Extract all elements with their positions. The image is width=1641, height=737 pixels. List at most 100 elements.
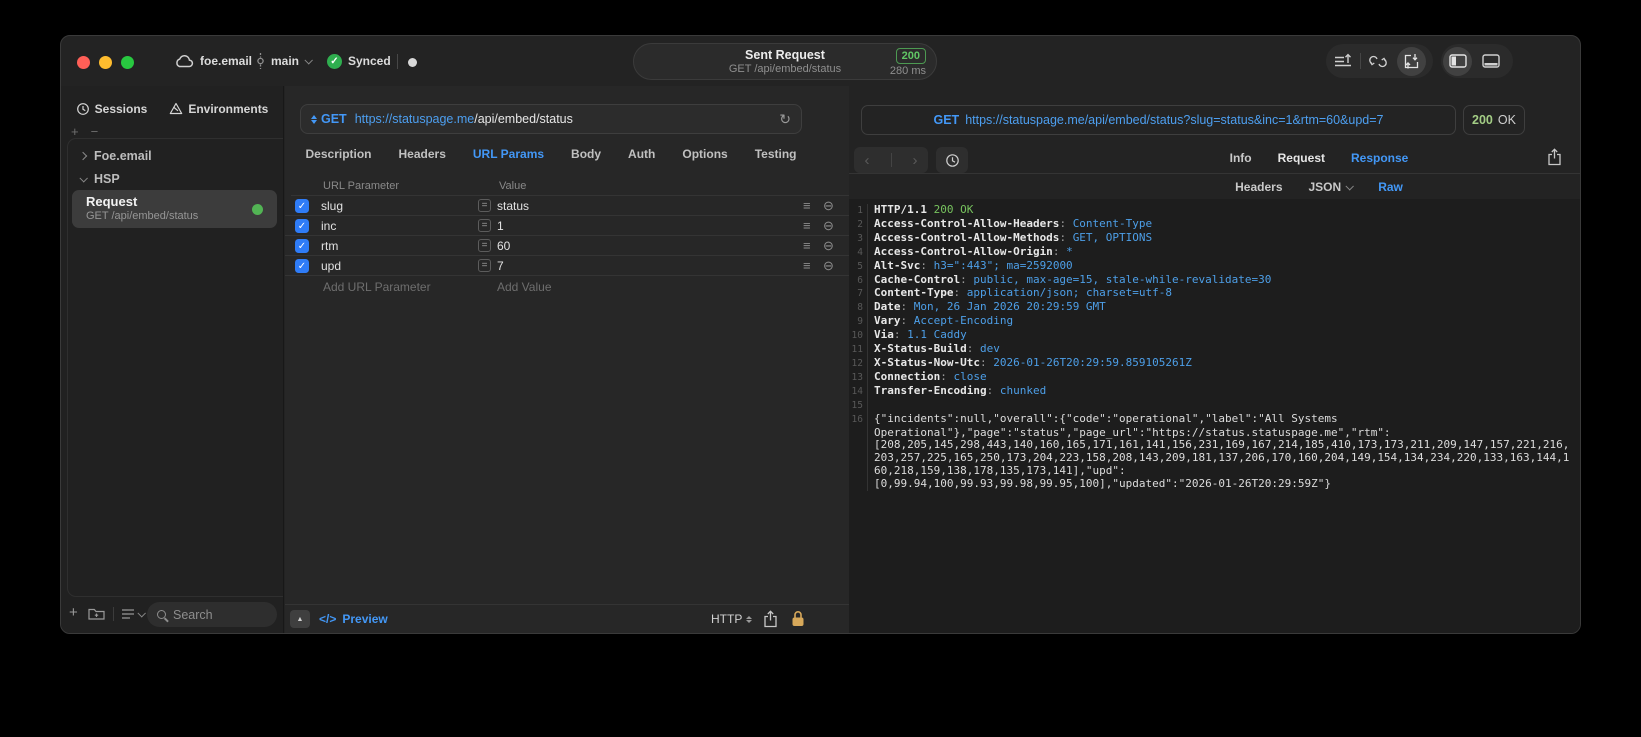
sidebar-search-input[interactable]: Search [147, 602, 277, 627]
param-name[interactable]: rtm [321, 239, 338, 253]
request-method[interactable]: GET [321, 112, 347, 126]
subtab-raw[interactable]: Raw [1378, 180, 1403, 194]
remove-param-icon[interactable]: ⊖ [823, 218, 834, 234]
add-session-button[interactable]: + [71, 124, 79, 139]
param-name[interactable]: slug [321, 199, 343, 213]
drag-handle-icon[interactable]: ≡ [803, 218, 811, 233]
response-status-text: OK [1497, 113, 1516, 127]
tab-auth[interactable]: Auth [628, 147, 655, 161]
new-folder-icon[interactable] [88, 607, 105, 621]
param-checkbox[interactable]: ✓ [295, 219, 309, 233]
param-checkbox[interactable]: ✓ [295, 239, 309, 253]
forward-button[interactable]: › [913, 152, 918, 169]
tab-testing[interactable]: Testing [755, 147, 797, 161]
tab-info[interactable]: Info [1230, 151, 1252, 165]
request-panel: GET https://statuspage.me/api/embed/stat… [285, 86, 849, 633]
add-value-button[interactable]: Add Value [497, 280, 552, 294]
line-number: 6 [857, 274, 863, 286]
tab-sessions[interactable]: Sessions [76, 102, 147, 116]
response-line: 7 Content-Type: application/json; charset… [849, 286, 1580, 302]
param-checkbox[interactable]: ✓ [295, 259, 309, 273]
loop-arrows-icon [1369, 55, 1387, 67]
line-content: Transfer-Encoding: chunked [867, 384, 1046, 399]
back-button[interactable]: ‹ [865, 152, 870, 169]
response-line: [0,99.94,100,99.93,99.98,99.95,100],"upd… [849, 477, 1580, 492]
tab-headers[interactable]: Headers [399, 147, 446, 161]
tab-response[interactable]: Response [1351, 151, 1408, 165]
response-raw-view[interactable]: 1 HTTP/1.1 200 OK 2 Access-Control-Allow-He… [849, 199, 1580, 633]
branch-menu[interactable]: main [256, 36, 313, 86]
line-content: {"incidents":null,"overall":{"code":"ope… [867, 412, 1338, 427]
project-menu[interactable]: foe.email [174, 36, 252, 86]
tree-item-hsp[interactable]: HSP [79, 172, 120, 186]
drag-handle-icon[interactable]: ≡ [803, 198, 811, 213]
toggle-bottom-panel-button[interactable] [1474, 44, 1508, 78]
response-status-box: 200 OK [1463, 105, 1525, 135]
toggle-sidebar-button[interactable] [1443, 46, 1472, 76]
line-number: 4 [857, 246, 863, 258]
remove-param-icon[interactable]: ⊖ [823, 238, 834, 254]
minimize-window-button[interactable] [99, 56, 112, 69]
chevron-down-icon [1345, 182, 1355, 191]
clock-icon [945, 153, 959, 167]
sent-request-url-box[interactable]: GET https://statuspage.me/api/embed/stat… [861, 105, 1456, 135]
sync-loop-button[interactable] [1361, 44, 1395, 78]
close-window-button[interactable] [77, 56, 90, 69]
zoom-window-button[interactable] [121, 56, 134, 69]
param-row-upd[interactable]: ✓ upd = 7 ≡ ⊖ [285, 256, 849, 276]
refresh-icon[interactable]: ↻ [779, 111, 791, 128]
response-line: 1 HTTP/1.1 200 OK [849, 203, 1580, 218]
drag-handle-icon[interactable]: ≡ [803, 238, 811, 253]
param-row-rtm[interactable]: ✓ rtm = 60 ≡ ⊖ [285, 236, 849, 256]
changes-indicator-dot [408, 58, 417, 67]
param-value[interactable]: 60 [497, 239, 510, 253]
param-value[interactable]: 7 [497, 259, 504, 273]
line-number: 2 [857, 218, 863, 230]
line-number: 5 [857, 260, 863, 272]
request-url-bar[interactable]: GET https://statuspage.me/api/embed/stat… [300, 104, 802, 134]
remove-param-icon[interactable]: ⊖ [823, 198, 834, 214]
share-icon[interactable] [763, 610, 778, 628]
add-url-parameter-button[interactable]: Add URL Parameter [323, 280, 431, 294]
list-view-chevron-icon[interactable] [137, 609, 146, 618]
param-row-inc[interactable]: ✓ inc = 1 ≡ ⊖ [285, 216, 849, 236]
tab-environments[interactable]: Environments [169, 102, 268, 116]
sync-status[interactable]: ✓ Synced [327, 36, 391, 86]
param-row-slug[interactable]: ✓ slug = status ≡ ⊖ [285, 196, 849, 216]
tab-request[interactable]: Request [1278, 151, 1325, 165]
history-button[interactable] [936, 147, 968, 173]
param-name[interactable]: upd [321, 259, 341, 273]
tree-item-foe-email[interactable]: Foe.email [78, 149, 152, 163]
remove-session-button[interactable]: − [91, 124, 99, 139]
preview-button[interactable]: </> Preview [319, 612, 388, 626]
subtab-headers[interactable]: Headers [1235, 180, 1282, 194]
remove-param-icon[interactable]: ⊖ [823, 258, 834, 274]
share-icon[interactable] [1547, 148, 1562, 166]
scroll-top-button[interactable]: ▲ [290, 610, 310, 628]
line-number: 16 [851, 413, 863, 425]
tab-url-params[interactable]: URL Params [473, 147, 544, 161]
tab-description[interactable]: Description [306, 147, 372, 161]
list-view-icon[interactable] [121, 608, 135, 620]
history-clock-icon [76, 103, 89, 115]
line-number: 13 [851, 371, 863, 383]
drag-handle-icon[interactable]: ≡ [803, 258, 811, 273]
import-export-button[interactable] [1397, 46, 1426, 76]
lock-icon[interactable] [791, 610, 805, 627]
protocol-selector[interactable]: HTTP [711, 612, 753, 626]
request-list-item-selected[interactable]: Request GET /api/embed/status [72, 190, 277, 228]
param-value[interactable]: 1 [497, 219, 504, 233]
add-request-button[interactable]: + [69, 604, 78, 621]
request-item-title: Request [86, 194, 138, 209]
line-content [867, 398, 881, 413]
line-number [849, 452, 863, 465]
tab-body[interactable]: Body [571, 147, 601, 161]
request-status-pill[interactable]: Sent Request GET /api/embed/status 200 2… [633, 43, 937, 80]
tab-options[interactable]: Options [682, 147, 727, 161]
response-line: 4 Access-Control-Allow-Origin: * [849, 245, 1580, 260]
sort-requests-button[interactable] [1326, 44, 1360, 78]
param-checkbox[interactable]: ✓ [295, 199, 309, 213]
param-name[interactable]: inc [321, 219, 336, 233]
param-value[interactable]: status [497, 199, 529, 213]
subtab-json[interactable]: JSON [1309, 180, 1355, 194]
